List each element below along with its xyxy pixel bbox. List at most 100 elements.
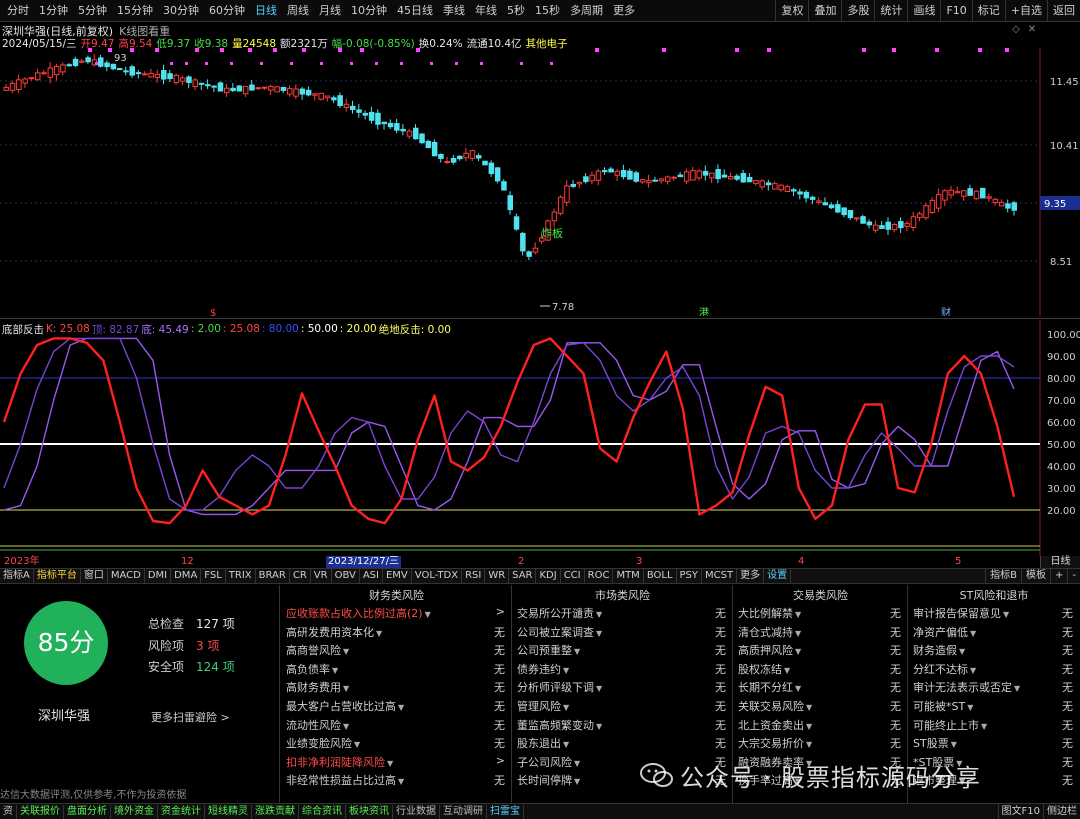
tool-button[interactable]: 叠加 — [808, 0, 841, 22]
period-tab[interactable]: 年线 — [470, 0, 502, 22]
indicator-tab[interactable]: CCI — [561, 569, 585, 583]
indicator-tab[interactable]: SAR — [509, 569, 537, 583]
indicator-tab[interactable]: 窗口 — [81, 569, 108, 583]
indicator-tab[interactable]: FSL — [201, 569, 226, 583]
tool-button[interactable]: F10 — [940, 0, 971, 22]
indicator-tab[interactable]: ASI — [360, 569, 383, 583]
indicator-tab[interactable]: RSI — [462, 569, 486, 583]
period-tab[interactable]: 15秒 — [530, 0, 565, 22]
indicator-tab[interactable]: 指标平台 — [34, 569, 81, 583]
risk-row[interactable]: 公司被立案调查 ▼ 无 — [517, 622, 726, 640]
risk-row[interactable]: ST股票 ▼ 无 — [913, 733, 1073, 751]
tool-button[interactable]: 多股 — [841, 0, 874, 22]
function-tab[interactable]: 行业数据 — [393, 804, 440, 819]
period-tab[interactable]: 月线 — [314, 0, 346, 22]
risk-row[interactable]: 高财务费用 ▼ 无 — [286, 677, 505, 695]
risk-row[interactable]: 可能被*ST ▼ 无 — [913, 696, 1073, 714]
function-tab[interactable]: 综合资讯 — [299, 804, 346, 819]
tool-button[interactable]: 复权 — [775, 0, 808, 22]
risk-row[interactable]: 审计无法表示或否定 ▼ 无 — [913, 677, 1073, 695]
indicator-tool[interactable]: 指标B — [985, 569, 1021, 583]
close-icon[interactable]: ✕ — [1026, 24, 1038, 36]
risk-row[interactable]: 股权冻结 ▼ 无 — [738, 659, 901, 677]
period-tab[interactable]: 分时 — [2, 0, 34, 22]
risk-row[interactable]: 交易所公开谴责 ▼ 无 — [517, 603, 726, 621]
risk-row[interactable]: 分红不达标 ▼ 无 — [913, 659, 1073, 677]
indicator-tab[interactable]: 更多 — [737, 569, 765, 583]
risk-row[interactable]: 流动性风险 ▼ 无 — [286, 715, 505, 733]
oscillator-chart[interactable]: 100.00 90.00 80.00 70.00 60.00 50.00 40.00 30.0… — [0, 320, 1080, 556]
function-right-button[interactable]: 侧边栏 — [1043, 804, 1080, 819]
indicator-tab[interactable]: OBV — [332, 569, 360, 583]
risk-row[interactable]: 高质押风险 ▼ 无 — [738, 640, 901, 658]
risk-row[interactable]: 应收账款占收入比例过高(2) ▼ > — [286, 603, 505, 621]
risk-row[interactable]: 清仓式减持 ▼ 无 — [738, 622, 901, 640]
function-tab[interactable]: 关联报价 — [17, 804, 64, 819]
function-tab[interactable]: 涨跌贡献 — [252, 804, 299, 819]
indicator-tab[interactable]: 指标A — [0, 569, 34, 583]
risk-row[interactable]: 分析师评级下调 ▼ 无 — [517, 677, 726, 695]
period-tab[interactable]: 10分钟 — [346, 0, 392, 22]
indicator-tab[interactable]: BRAR — [256, 569, 290, 583]
risk-row[interactable]: 大宗交易折价 ▼ 无 — [738, 733, 901, 751]
function-tab[interactable]: 盘面分析 — [64, 804, 111, 819]
risk-row[interactable]: 业绩变脸风险 ▼ 无 — [286, 733, 505, 751]
tool-button[interactable]: 标记 — [971, 0, 1005, 22]
risk-row[interactable]: 审计报告保留意见 ▼ 无 — [913, 603, 1073, 621]
indicator-tab[interactable]: MTM — [613, 569, 644, 583]
indicator-tool[interactable]: - — [1067, 569, 1080, 583]
indicator-tool[interactable]: 模板 — [1021, 569, 1050, 583]
risk-row[interactable]: 董监高频繁变动 ▼ 无 — [517, 715, 726, 733]
kline-chart[interactable]: 11.45 10.41 9.35 8.51 93 7.78 炸板 $ 港 财 — [0, 48, 1080, 316]
indicator-tab[interactable]: DMI — [145, 569, 172, 583]
indicator-tool[interactable]: + — [1050, 569, 1067, 583]
indicator-tab[interactable]: ROC — [585, 569, 614, 583]
indicator-tab[interactable]: MACD — [108, 569, 145, 583]
risk-row[interactable]: 长期不分红 ▼ 无 — [738, 677, 901, 695]
indicator-tab[interactable]: EMV — [383, 569, 412, 583]
indicator-tab[interactable]: VR — [311, 569, 332, 583]
tool-button[interactable]: 画线 — [907, 0, 940, 22]
hk-connect-marker[interactable]: 港 — [699, 307, 709, 316]
indicator-tab[interactable]: CR — [290, 569, 311, 583]
function-right-button[interactable]: 图文F10 — [997, 804, 1043, 819]
indicator-tab[interactable]: KDJ — [536, 569, 561, 583]
indicator-tab[interactable]: VOL-TDX — [412, 569, 463, 583]
function-tab[interactable]: 短线精灵 — [205, 804, 252, 819]
indicator-tab[interactable]: MCST — [702, 569, 738, 583]
risk-row[interactable]: 高负债率 ▼ 无 — [286, 659, 505, 677]
function-tab[interactable]: 资 — [0, 804, 17, 819]
risk-row[interactable]: 最大客户占营收比过高 ▼ 无 — [286, 696, 505, 714]
period-tab[interactable]: 30分钟 — [158, 0, 204, 22]
risk-row[interactable]: 净资产偏低 ▼ 无 — [913, 622, 1073, 640]
period-tab[interactable]: 15分钟 — [112, 0, 158, 22]
risk-row[interactable]: 非经常性损益占比过高 ▼ 无 — [286, 770, 505, 788]
diamond-icon[interactable]: ◇ — [1010, 24, 1022, 36]
indicator-tab[interactable]: DMA — [171, 569, 202, 583]
function-tab[interactable]: 境外资金 — [111, 804, 158, 819]
period-tab[interactable]: 5分钟 — [73, 0, 112, 22]
financial-report-marker[interactable]: 财 — [941, 306, 951, 316]
period-switch-button[interactable]: 日线 — [1040, 556, 1080, 568]
function-tab[interactable]: 资金统计 — [158, 804, 205, 819]
risk-row[interactable]: 扣非净利润陡降风险 ▼ > — [286, 752, 505, 770]
period-tab[interactable]: 季线 — [438, 0, 470, 22]
indicator-tab[interactable]: 设置 — [764, 569, 792, 583]
risk-row[interactable]: 股东退出 ▼ 无 — [517, 733, 726, 751]
risk-row[interactable]: 高研发费用资本化 ▼ 无 — [286, 622, 505, 640]
tool-button[interactable]: 返回 — [1047, 0, 1080, 22]
period-tab[interactable]: 1分钟 — [34, 0, 73, 22]
period-tab[interactable]: 日线 — [250, 0, 282, 22]
period-tab[interactable]: 60分钟 — [204, 0, 250, 22]
function-tab[interactable]: 扫雷宝 — [487, 804, 524, 819]
indicator-tab[interactable]: TRIX — [226, 569, 256, 583]
period-tab[interactable]: 45日线 — [392, 0, 438, 22]
more-scan-link[interactable]: 更多扫雷避险 > — [151, 709, 230, 725]
risk-row[interactable]: 关联交易风险 ▼ 无 — [738, 696, 901, 714]
period-tab[interactable]: 5秒 — [502, 0, 530, 22]
risk-row[interactable]: 债券违约 ▼ 无 — [517, 659, 726, 677]
tool-button[interactable]: 统计 — [874, 0, 907, 22]
risk-row[interactable]: 可能终止上市 ▼ 无 — [913, 715, 1073, 733]
risk-row[interactable]: 管理风险 ▼ 无 — [517, 696, 726, 714]
tool-button[interactable]: +自选 — [1004, 0, 1047, 22]
